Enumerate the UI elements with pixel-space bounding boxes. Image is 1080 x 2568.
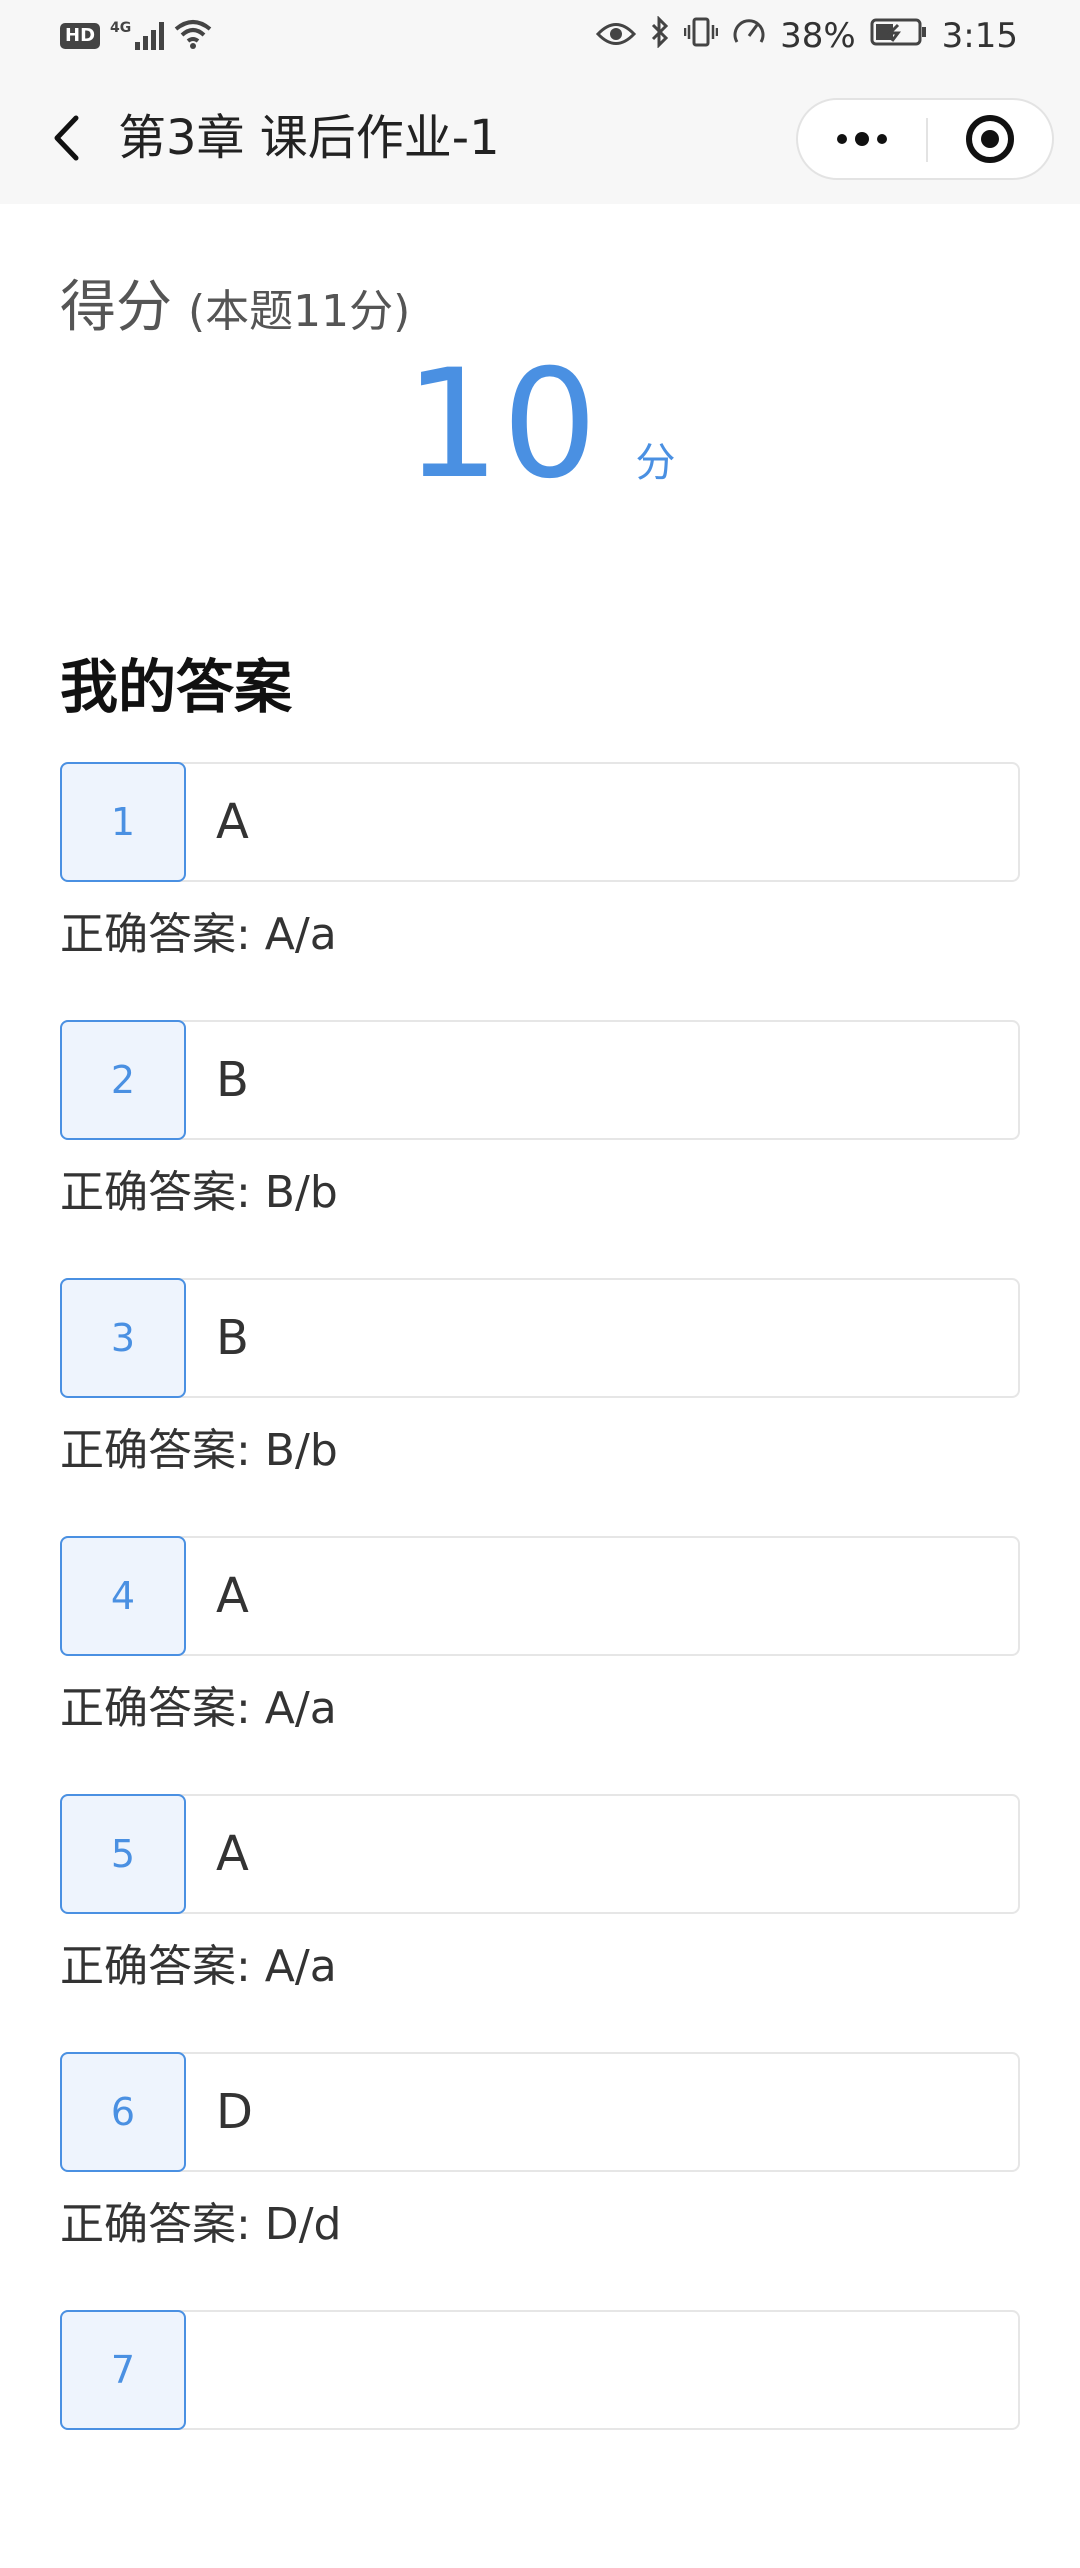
question-number: 7 — [60, 2310, 186, 2430]
correct-answer: 正确答案: D/d — [60, 2199, 342, 2250]
close-button[interactable] — [928, 100, 1052, 178]
speed-icon — [732, 16, 766, 57]
my-answer: A — [216, 1826, 249, 1882]
signal-icon — [135, 22, 165, 50]
my-answer: A — [216, 1568, 249, 1624]
question-number: 2 — [60, 1020, 186, 1140]
score-total-note: (本题11分) — [188, 286, 411, 337]
answer-row: 3 B — [60, 1278, 1020, 1398]
nav-bar: 第3章 课后作业-1 — [0, 72, 1080, 204]
question-number: 4 — [60, 1536, 186, 1656]
correct-answer: 正确答案: A/a — [60, 1941, 337, 1992]
answer-item: 5 A 正确答案: A/a — [60, 1794, 1020, 2052]
wifi-icon — [174, 19, 212, 53]
status-left: HD 4G — [60, 0, 212, 72]
answer-row: 5 A — [60, 1794, 1020, 1914]
score-label: 得分 (本题11分) — [60, 262, 410, 342]
answer-list: 1 A 正确答案: A/a 2 B 正确答案: B/b 3 B 正确答案: B/… — [60, 762, 1020, 2568]
my-answer: A — [216, 794, 249, 850]
answer-item: 4 A 正确答案: A/a — [60, 1536, 1020, 1794]
answer-item: 2 B 正确答案: B/b — [60, 1020, 1020, 1278]
answer-row: 7 — [60, 2310, 1020, 2430]
score-value: 10 — [404, 338, 600, 512]
status-right: 38% 3:15 — [595, 0, 1018, 72]
correct-answer: 正确答案: A/a — [60, 909, 337, 960]
clock: 3:15 — [941, 16, 1018, 56]
correct-answer: 正确答案: B/b — [60, 1425, 338, 1476]
status-bar: HD 4G 38% 3:15 — [0, 0, 1080, 72]
question-number: 6 — [60, 2052, 186, 2172]
score-unit: 分 — [635, 440, 676, 486]
eye-icon — [595, 16, 637, 56]
answer-row: 6 D — [60, 2052, 1020, 2172]
back-arrow-icon — [54, 115, 79, 161]
back-button[interactable] — [36, 108, 96, 168]
score-display: 10 分 — [0, 345, 1080, 505]
answer-row: 1 A — [60, 762, 1020, 882]
score-heading: 得分 — [60, 275, 172, 340]
answer-row: 2 B — [60, 1020, 1020, 1140]
hd-badge: HD — [60, 23, 101, 49]
target-circle-icon — [966, 115, 1014, 163]
page-title: 第3章 课后作业-1 — [118, 110, 500, 166]
correct-answer: 正确答案: A/a — [60, 1683, 337, 1734]
vibrate-icon — [683, 16, 719, 57]
answer-item: 7 — [60, 2310, 1020, 2568]
question-number: 3 — [60, 1278, 186, 1398]
battery-icon — [870, 16, 928, 56]
mini-program-capsule — [796, 98, 1054, 180]
more-dots-icon — [837, 132, 887, 146]
more-button[interactable] — [798, 100, 926, 178]
my-answer: B — [216, 1310, 249, 1366]
battery-percent: 38% — [780, 16, 856, 56]
answer-item: 3 B 正确答案: B/b — [60, 1278, 1020, 1536]
network-type: 4G — [110, 20, 132, 36]
bluetooth-icon — [650, 14, 670, 57]
answer-item: 6 D 正确答案: D/d — [60, 2052, 1020, 2310]
section-title: 我的答案 — [60, 653, 293, 721]
question-number: 5 — [60, 1794, 186, 1914]
my-answer: B — [216, 1052, 249, 1108]
correct-answer: 正确答案: B/b — [60, 1167, 338, 1218]
question-number: 1 — [60, 762, 186, 882]
answer-item: 1 A 正确答案: A/a — [60, 762, 1020, 1020]
my-answer: D — [216, 2084, 253, 2140]
answer-row: 4 A — [60, 1536, 1020, 1656]
